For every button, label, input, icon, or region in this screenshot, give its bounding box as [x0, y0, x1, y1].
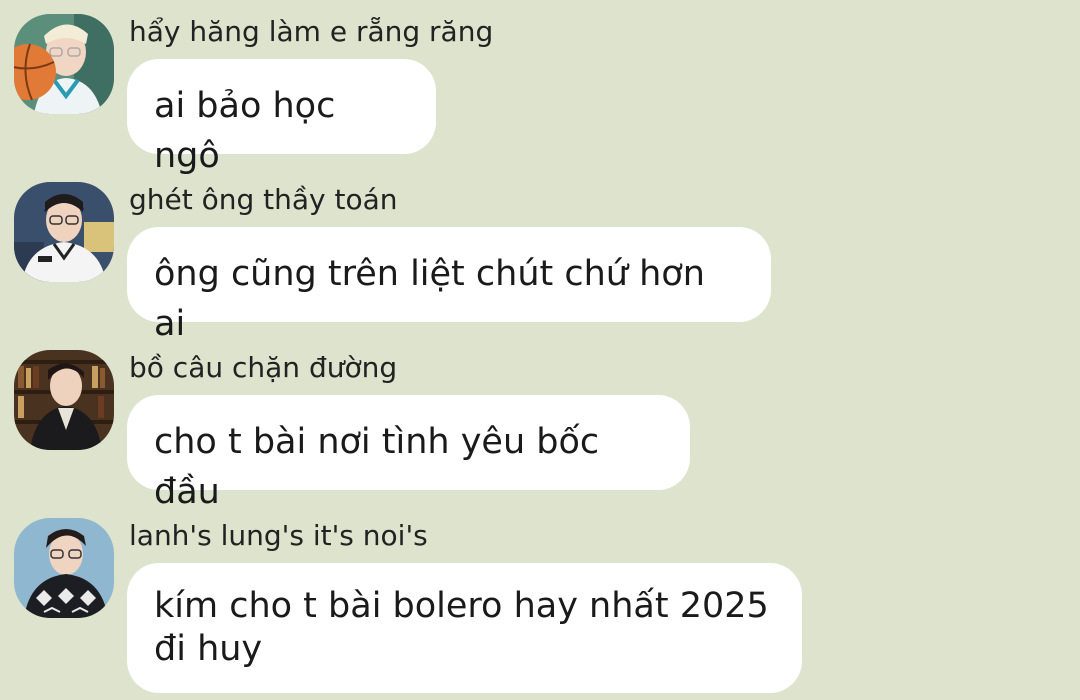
avatar-sweater-person-icon[interactable] — [14, 518, 114, 618]
chat-message: hẩy hăng làm e rẵng răng ai bảo học ngô — [0, 14, 1080, 176]
message-bubble[interactable]: ai bảo học ngô — [127, 59, 436, 176]
sender-name: ghét ông thầy toán — [129, 183, 398, 216]
message-text: ai bảo học ngô — [154, 86, 336, 176]
message-text-line: đi huy — [154, 629, 263, 669]
sender-name: bồ câu chặn đường — [129, 351, 398, 384]
message-bubble[interactable]: cho t bài nơi tình yêu bốc đầu — [127, 395, 690, 512]
sender-name: lanh's lung's it's noi's — [129, 519, 428, 552]
chat-message: bồ câu chặn đường cho t bài nơi tình yêu… — [0, 350, 1080, 512]
chat-message: lanh's lung's it's noi's kím cho t bài b… — [0, 518, 1080, 700]
message-text: cho t bài nơi tình yêu bốc đầu — [154, 422, 600, 512]
message-text: ông cũng trên liệt chút chứ hơn ai — [154, 254, 705, 344]
chat-message-list: hẩy hăng làm e rẵng răng ai bảo học ngô … — [0, 0, 1080, 700]
chat-message: ghét ông thầy toán ông cũng trên liệt ch… — [0, 182, 1080, 344]
message-bubble[interactable]: kím cho t bài bolero hay nhất 2025 đi hu… — [127, 563, 802, 693]
message-text-line: kím cho t bài bolero hay nhất 2025 — [154, 586, 769, 626]
avatar-basketball-player-icon[interactable] — [14, 14, 114, 114]
avatar-glasses-person-icon[interactable] — [14, 182, 114, 282]
sender-name: hẩy hăng làm e rẵng răng — [129, 15, 494, 48]
message-bubble[interactable]: ông cũng trên liệt chút chứ hơn ai — [127, 227, 771, 344]
avatar-library-person-icon[interactable] — [14, 350, 114, 450]
